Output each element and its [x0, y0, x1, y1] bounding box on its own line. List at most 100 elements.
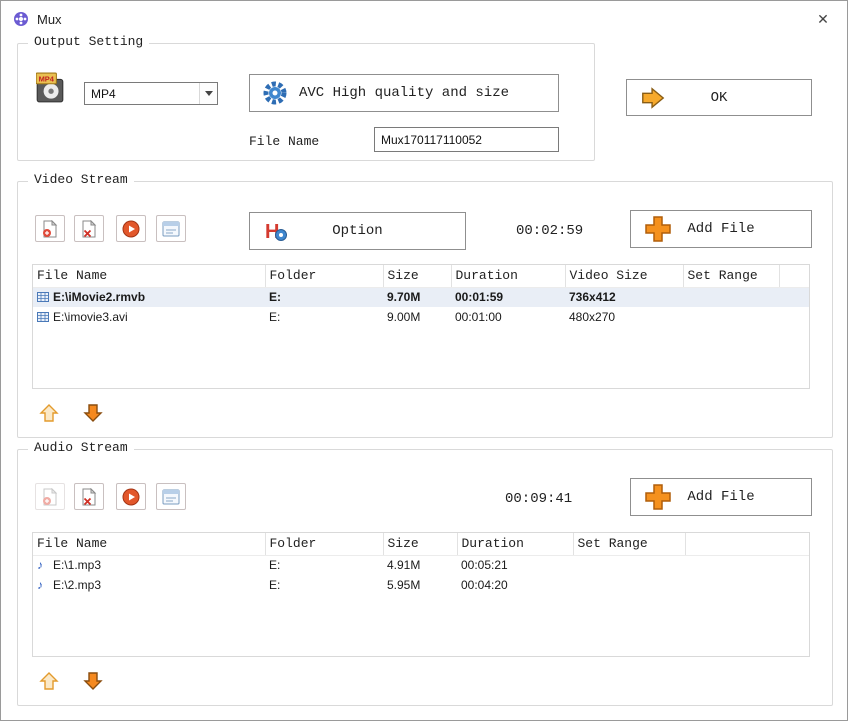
- ok-button[interactable]: OK: [626, 79, 812, 116]
- audio-table-row[interactable]: ♪ E:\1.mp3 E: 4.91M 00:05:21: [33, 555, 809, 575]
- cell-folder: E:: [265, 575, 383, 595]
- doc-add-icon: [42, 220, 58, 238]
- cell-set-range: [683, 307, 779, 327]
- cell-duration: 00:01:00: [451, 307, 565, 327]
- music-note-icon: ♪: [37, 578, 49, 592]
- col-header-duration[interactable]: Duration: [451, 265, 565, 287]
- video-preview-button[interactable]: [116, 215, 146, 242]
- arrow-down-icon: [83, 403, 103, 423]
- arrow-up-icon: [39, 671, 59, 691]
- titlebar: Mux ✕: [1, 1, 847, 37]
- properties-icon: [162, 221, 180, 237]
- video-stream-group: Video Stream H Option 00:02:59 Add File: [17, 181, 833, 438]
- audio-add-file-small-button[interactable]: [35, 483, 65, 510]
- svg-text:MP4: MP4: [39, 75, 55, 84]
- plus-icon: [643, 482, 673, 512]
- audio-preview-button[interactable]: [116, 483, 146, 510]
- mp4-format-icon: MP4: [36, 72, 64, 109]
- cell-folder: E:: [265, 307, 383, 327]
- audio-stream-legend: Audio Stream: [28, 440, 134, 455]
- doc-add-icon: [42, 488, 58, 506]
- audio-move-up-button[interactable]: [38, 670, 60, 692]
- chevron-down-icon: [199, 83, 217, 104]
- audio-stream-group: Audio Stream 00:09:41 Add File: [17, 449, 833, 706]
- video-table-row[interactable]: E:\imovie3.avi E: 9.00M 00:01:00 480x270: [33, 307, 809, 327]
- video-total-duration: 00:02:59: [516, 223, 583, 239]
- video-move-down-button[interactable]: [82, 402, 104, 424]
- video-move-up-button[interactable]: [38, 402, 60, 424]
- doc-delete-icon: [81, 488, 97, 506]
- video-properties-button[interactable]: [156, 215, 186, 242]
- gear-icon: [262, 80, 288, 106]
- quality-profile-button[interactable]: AVC High quality and size: [249, 74, 559, 112]
- music-note-icon: ♪: [37, 558, 49, 572]
- audio-delete-file-button[interactable]: [74, 483, 104, 510]
- col-header-duration[interactable]: Duration: [457, 533, 573, 555]
- cell-file-name: E:\2.mp3: [53, 578, 101, 592]
- video-file-icon: [37, 291, 49, 303]
- col-header-file-name[interactable]: File Name: [33, 265, 265, 287]
- cell-file-name: E:\imovie3.avi: [53, 310, 128, 324]
- quality-profile-label: AVC High quality and size: [299, 85, 509, 101]
- video-table-row[interactable]: E:\iMovie2.rmvb E: 9.70M 00:01:59 736x41…: [33, 287, 809, 307]
- file-name-input[interactable]: [374, 127, 559, 152]
- ok-label: OK: [711, 90, 728, 106]
- col-header-spacer: [685, 533, 809, 555]
- cell-folder: E:: [265, 555, 383, 575]
- col-header-size[interactable]: Size: [383, 265, 451, 287]
- video-option-button[interactable]: H Option: [249, 212, 466, 250]
- arrow-down-icon: [83, 671, 103, 691]
- output-setting-legend: Output Setting: [28, 34, 149, 49]
- col-header-spacer: [779, 265, 809, 287]
- audio-move-down-button[interactable]: [82, 670, 104, 692]
- output-setting-group: Output Setting MP4 MP4 AVC High quality …: [17, 43, 595, 161]
- cell-file-name: E:\iMovie2.rmvb: [53, 290, 145, 304]
- app-icon: [13, 11, 29, 27]
- cell-size: 4.91M: [383, 555, 457, 575]
- play-icon: [122, 488, 140, 506]
- col-header-folder[interactable]: Folder: [265, 533, 383, 555]
- window-title: Mux: [37, 12, 62, 27]
- ok-arrow-icon: [639, 85, 667, 111]
- col-header-size[interactable]: Size: [383, 533, 457, 555]
- col-header-folder[interactable]: Folder: [265, 265, 383, 287]
- audio-total-duration: 00:09:41: [505, 491, 572, 507]
- cell-folder: E:: [265, 287, 383, 307]
- audio-table-row[interactable]: ♪ E:\2.mp3 E: 5.95M 00:04:20: [33, 575, 809, 595]
- format-select[interactable]: MP4: [84, 82, 218, 105]
- play-icon: [122, 220, 140, 238]
- video-delete-file-button[interactable]: [74, 215, 104, 242]
- cell-file-name: E:\1.mp3: [53, 558, 101, 572]
- col-header-set-range[interactable]: Set Range: [683, 265, 779, 287]
- close-button[interactable]: ✕: [809, 5, 837, 33]
- format-select-value: MP4: [85, 87, 199, 101]
- video-add-file-button[interactable]: Add File: [630, 210, 812, 248]
- cell-duration: 00:04:20: [457, 575, 573, 595]
- file-name-label: File Name: [249, 134, 319, 149]
- arrow-up-icon: [39, 403, 59, 423]
- cell-size: 9.70M: [383, 287, 451, 307]
- col-header-file-name[interactable]: File Name: [33, 533, 265, 555]
- cell-duration: 00:01:59: [451, 287, 565, 307]
- video-file-list: File Name Folder Size Duration Video Siz…: [32, 264, 810, 389]
- cell-video-size: 480x270: [565, 307, 683, 327]
- video-file-icon: [37, 311, 49, 323]
- mux-window: Mux ✕ Output Setting MP4 MP4 AVC High qu…: [0, 0, 848, 721]
- video-stream-legend: Video Stream: [28, 172, 134, 187]
- plus-icon: [643, 214, 673, 244]
- audio-file-list: File Name Folder Size Duration Set Range…: [32, 532, 810, 657]
- cell-set-range: [683, 287, 779, 307]
- doc-delete-icon: [81, 220, 97, 238]
- cell-duration: 00:05:21: [457, 555, 573, 575]
- cell-size: 9.00M: [383, 307, 451, 327]
- video-option-label: Option: [332, 223, 382, 239]
- cell-size: 5.95M: [383, 575, 457, 595]
- video-add-file-small-button[interactable]: [35, 215, 65, 242]
- properties-icon: [162, 489, 180, 505]
- col-header-set-range[interactable]: Set Range: [573, 533, 685, 555]
- audio-add-file-button[interactable]: Add File: [630, 478, 812, 516]
- h264-option-icon: H: [262, 218, 288, 244]
- cell-set-range: [573, 575, 685, 595]
- audio-properties-button[interactable]: [156, 483, 186, 510]
- col-header-video-size[interactable]: Video Size: [565, 265, 683, 287]
